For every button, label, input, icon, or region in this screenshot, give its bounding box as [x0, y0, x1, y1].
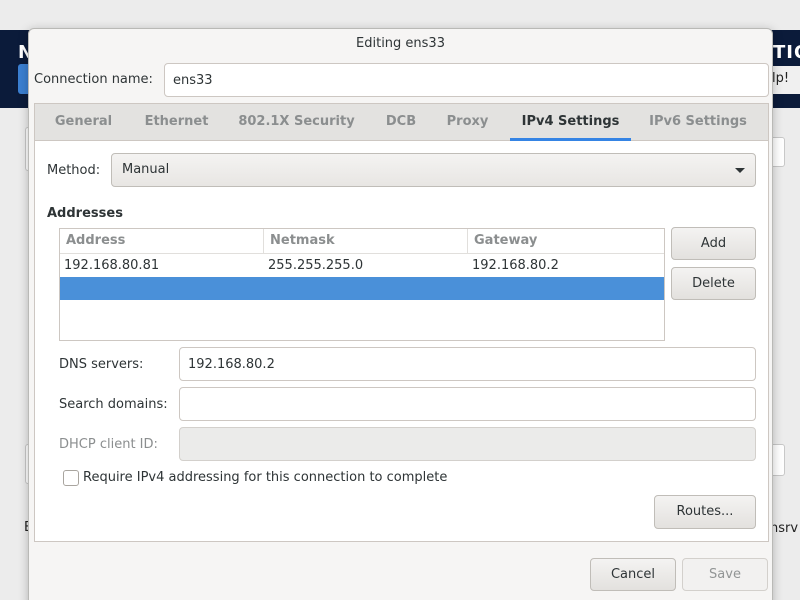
column-header-gateway[interactable]: Gateway	[468, 229, 664, 254]
background-header-right-text: TION	[773, 42, 800, 63]
chevron-down-icon	[735, 168, 745, 173]
column-header-address[interactable]: Address	[60, 229, 264, 254]
tab-bar: General Ethernet 802.1X Security DCB Pro…	[35, 104, 768, 141]
settings-notebook: General Ethernet 802.1X Security DCB Pro…	[34, 103, 769, 542]
column-header-netmask[interactable]: Netmask	[264, 229, 468, 254]
tab-ipv4-settings[interactable]: IPv4 Settings	[510, 104, 631, 141]
search-domains-label: Search domains:	[59, 397, 168, 412]
tab-8021x-security[interactable]: 802.1X Security	[221, 104, 372, 141]
add-address-button[interactable]: Add	[671, 227, 756, 260]
tab-ethernet[interactable]: Ethernet	[132, 104, 221, 141]
dhcp-client-id-label: DHCP client ID:	[59, 437, 158, 452]
cell-netmask[interactable]: 255.255.255.0	[264, 254, 468, 277]
dhcp-client-id-input	[179, 427, 756, 461]
dns-servers-input[interactable]	[179, 347, 756, 381]
dialog-title: Editing ens33	[356, 36, 445, 51]
tab-ipv6-settings[interactable]: IPv6 Settings	[636, 104, 760, 141]
cell-gateway[interactable]: 192.168.80.2	[468, 254, 664, 277]
save-button: Save	[682, 558, 768, 591]
tab-proxy[interactable]: Proxy	[430, 104, 505, 141]
addresses-heading: Addresses	[47, 206, 123, 221]
table-row[interactable]: 192.168.80.81 255.255.255.0 192.168.80.2	[60, 254, 664, 277]
cell-address[interactable]	[60, 277, 264, 285]
method-value: Manual	[122, 162, 170, 177]
search-domains-input[interactable]	[179, 387, 756, 421]
routes-button[interactable]: Routes...	[654, 495, 756, 529]
cell-gateway[interactable]	[468, 277, 664, 285]
table-row-selected[interactable]	[60, 277, 664, 300]
connection-name-label: Connection name:	[34, 72, 153, 87]
tab-general[interactable]: General	[35, 104, 132, 141]
addresses-table[interactable]: Address Netmask Gateway 192.168.80.81 25…	[59, 228, 665, 341]
edit-connection-dialog: Editing ens33 Connection name: General E…	[28, 28, 773, 600]
cancel-button[interactable]: Cancel	[590, 558, 676, 591]
require-ipv4-label[interactable]: Require IPv4 addressing for this connect…	[83, 470, 447, 485]
cell-netmask[interactable]	[264, 277, 468, 285]
dns-servers-label: DNS servers:	[59, 357, 144, 372]
addresses-table-header: Address Netmask Gateway	[60, 229, 664, 254]
connection-name-input[interactable]	[164, 63, 769, 97]
cell-address[interactable]: 192.168.80.81	[60, 254, 264, 277]
background-footer-right-text: nsrv	[770, 521, 799, 536]
method-dropdown[interactable]: Manual	[111, 153, 756, 187]
method-label: Method:	[47, 163, 101, 178]
tab-dcb[interactable]: DCB	[372, 104, 430, 141]
require-ipv4-checkbox[interactable]	[63, 470, 79, 486]
delete-address-button[interactable]: Delete	[671, 267, 756, 300]
